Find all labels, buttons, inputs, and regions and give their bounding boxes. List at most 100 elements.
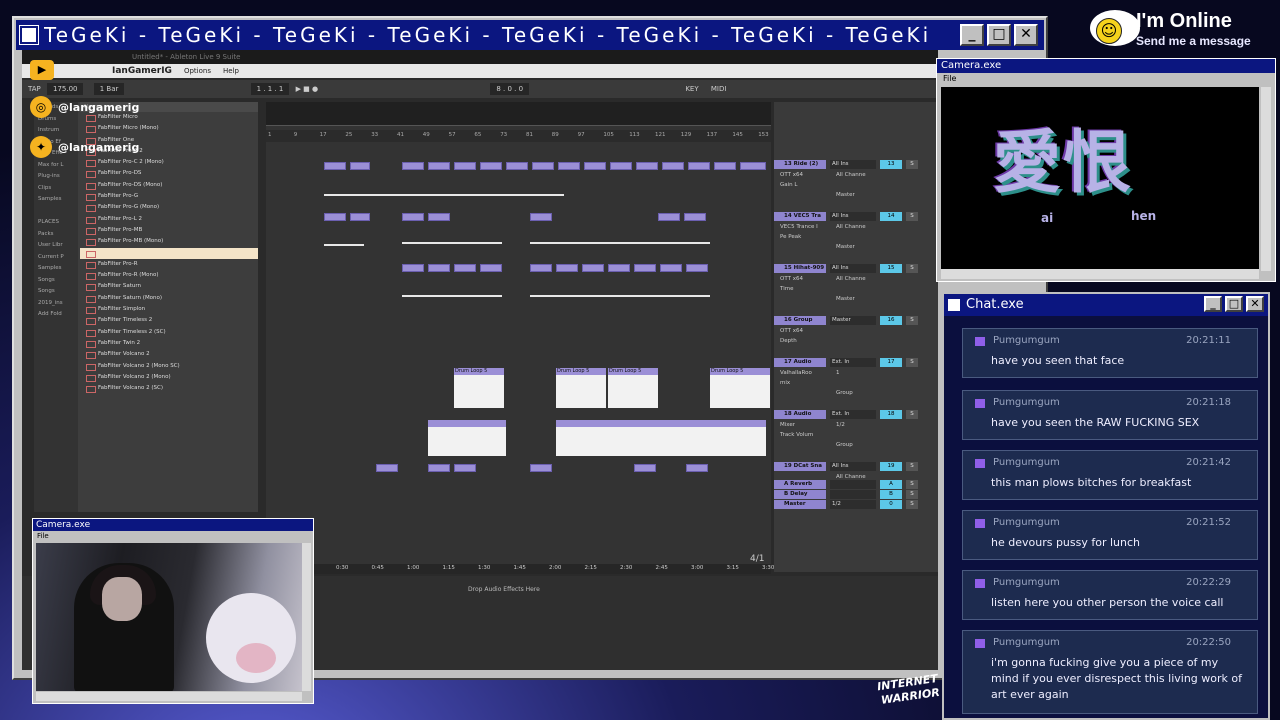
track-activator[interactable]: B — [880, 490, 902, 499]
device-param[interactable]: ValhallaRoo — [776, 369, 824, 378]
track-name[interactable]: 16 Group — [774, 316, 826, 325]
play-icon[interactable]: ▶ ■ ● — [296, 85, 319, 93]
track-input[interactable] — [830, 480, 876, 489]
time-ruler[interactable]: 0:30 0:45 1:00 1:15 1:30 1:45 2:00 2:15 2:30 2:45… — [266, 564, 774, 574]
midi-clip[interactable] — [530, 213, 552, 221]
place-item[interactable]: Songs — [34, 275, 78, 287]
minimize-button[interactable]: _ — [1204, 296, 1222, 312]
midi-clip[interactable] — [582, 264, 604, 272]
maximize-button[interactable]: □ — [1225, 296, 1243, 312]
device-param[interactable]: Mixer — [776, 421, 824, 430]
place-item[interactable]: Add Fold — [34, 309, 78, 321]
midi-clip[interactable] — [636, 162, 658, 170]
vertical-scrollbar[interactable] — [1261, 87, 1271, 271]
place-item[interactable]: User Libr — [34, 240, 78, 252]
tempo-field[interactable]: 175.00 — [46, 83, 84, 95]
track-name[interactable]: 17 Audio — [774, 358, 826, 367]
horizontal-scrollbar[interactable] — [36, 692, 302, 701]
browser-item[interactable]: FabFilter Pro-G (Mono) — [80, 202, 258, 213]
midi-clip[interactable] — [532, 162, 554, 170]
track-activator[interactable]: 16 — [880, 316, 902, 325]
track-activator[interactable]: 18 — [880, 410, 902, 419]
device-param[interactable]: mix — [776, 379, 824, 388]
track-name[interactable]: Master — [774, 500, 826, 509]
browser-item[interactable]: FabFilter Simplon — [80, 304, 258, 315]
device-param[interactable]: VEC5 Trance I — [776, 223, 824, 232]
audio-clip[interactable] — [428, 420, 506, 456]
midi-clip[interactable] — [658, 213, 680, 221]
loop-field[interactable]: 8 . 0 . 0 — [490, 83, 530, 95]
menu-stream-name[interactable]: IanGamerIG — [112, 64, 172, 78]
input-channel[interactable]: 1 — [832, 369, 880, 378]
track-name[interactable]: 14 VEC5 Tra — [774, 212, 826, 221]
main-titlebar[interactable]: TeGeKi - TeGeKi - TeGeKi - TeGeKi - TeGe… — [16, 20, 1044, 50]
midi-clip[interactable] — [686, 264, 708, 272]
browser-item[interactable]: FabFilter Saturn — [80, 281, 258, 292]
midi-clip[interactable] — [428, 213, 450, 221]
output-route[interactable]: Master — [832, 243, 880, 252]
midi-clip[interactable] — [688, 162, 710, 170]
midi-clip[interactable] — [530, 264, 552, 272]
place-item[interactable]: Clips — [34, 183, 78, 195]
audio-clip[interactable] — [556, 420, 766, 456]
midi-clip[interactable] — [480, 162, 502, 170]
input-channel[interactable]: 1/2 — [832, 421, 880, 430]
output-route[interactable]: Group — [832, 441, 880, 450]
browser-item[interactable]: FabFilter Pro-G — [80, 191, 258, 202]
solo-button[interactable]: S — [906, 480, 918, 489]
solo-button[interactable]: S — [906, 160, 918, 169]
chat-titlebar[interactable]: Chat.exe _ □ ✕ — [944, 294, 1268, 316]
key-button[interactable]: KEY — [685, 85, 698, 93]
place-item[interactable]: Max for L — [34, 160, 78, 172]
track-activator[interactable]: A — [880, 480, 902, 489]
midi-clip[interactable] — [454, 162, 476, 170]
track-name[interactable]: 13 Ride (2) — [774, 160, 826, 169]
place-item[interactable]: Packs — [34, 229, 78, 241]
arrangement-view[interactable]: 1 9 17 25 33 41 49 57 65 73 81 89 97 105 113 121 129 137 1… — [266, 102, 774, 574]
track-activator[interactable]: 0 — [880, 500, 902, 509]
output-route[interactable]: Master — [832, 295, 880, 304]
place-item[interactable]: Songs — [34, 286, 78, 298]
midi-clip[interactable] — [556, 264, 578, 272]
track-input[interactable]: Ext. In — [830, 358, 876, 367]
solo-button[interactable]: S — [906, 264, 918, 273]
midi-clip[interactable] — [714, 162, 736, 170]
device-param[interactable]: OTT x64 — [776, 171, 824, 180]
input-channel[interactable] — [832, 327, 880, 336]
track-name[interactable]: 18 Audio — [774, 410, 826, 419]
output-route[interactable]: Group — [832, 389, 880, 398]
browser-item[interactable]: FabFilter Pro-L 2 — [80, 214, 258, 225]
browser-item[interactable]: FabFilter Micro (Mono) — [80, 123, 258, 134]
solo-button[interactable]: S — [906, 212, 918, 221]
camera-large-menu[interactable]: File — [937, 73, 1275, 85]
chat-window[interactable]: Chat.exe _ □ ✕ Pumgumgum 20:21:11 have you… — [942, 292, 1270, 720]
place-item[interactable]: Samples — [34, 263, 78, 275]
quantize-select[interactable]: 1 Bar — [93, 83, 125, 95]
solo-button[interactable]: S — [906, 490, 918, 499]
device-param[interactable]: OTT x64 — [776, 327, 824, 336]
camera-window-small[interactable]: Camera.exe File — [32, 518, 314, 704]
place-item[interactable]: PLACES — [34, 217, 78, 229]
device-param[interactable]: Time — [776, 285, 824, 294]
track-input[interactable]: All Ins — [830, 264, 876, 273]
track-name[interactable]: 19 DCat Sna — [774, 462, 826, 471]
menu-help[interactable]: Help — [223, 64, 239, 78]
browser-item[interactable]: FabFilter Pro-MB (Mono) — [80, 236, 258, 247]
browser-item[interactable]: FabFilter Volcano 2 (SC) — [80, 383, 258, 394]
device-param[interactable]: Track Volum — [776, 431, 824, 440]
place-item[interactable]: 2019_ins — [34, 298, 78, 310]
midi-clip[interactable] — [686, 464, 708, 472]
track-input[interactable]: Master — [830, 316, 876, 325]
place-item[interactable]: Current P — [34, 252, 78, 264]
browser-item[interactable]: FabFilter Pro-R (Mono) — [80, 270, 258, 281]
midi-clip[interactable] — [428, 162, 450, 170]
midi-clip[interactable] — [428, 464, 450, 472]
device-param[interactable]: OTT x64 — [776, 275, 824, 284]
camera-large-title[interactable]: Camera.exe — [937, 59, 1275, 73]
midi-clip[interactable] — [506, 162, 528, 170]
audio-clip[interactable]: Drum Loop 5 — [556, 368, 606, 408]
close-button[interactable]: ✕ — [1246, 296, 1264, 312]
midi-clip[interactable] — [558, 162, 580, 170]
device-param[interactable]: Gain L — [776, 181, 824, 190]
midi-clip[interactable] — [324, 162, 346, 170]
